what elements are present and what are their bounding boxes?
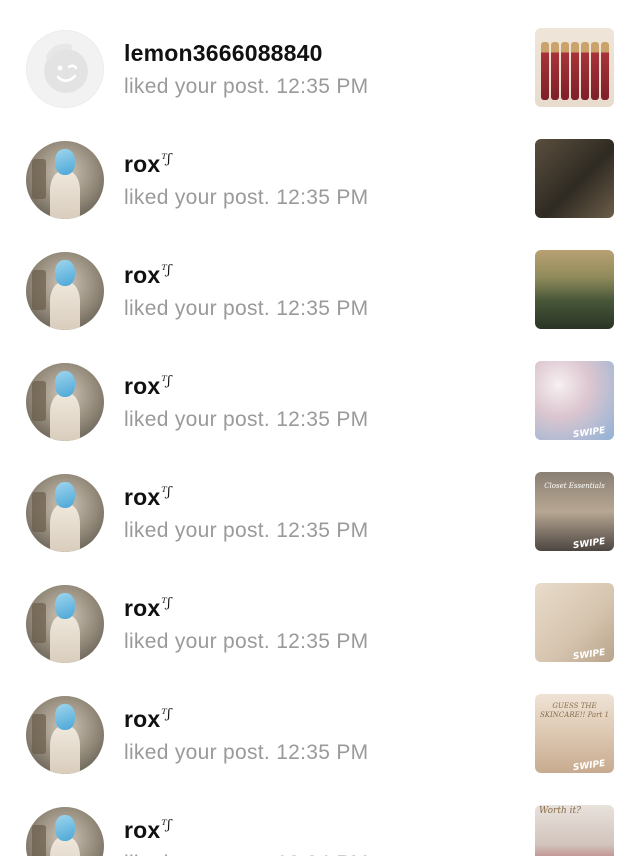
username-text: rox (124, 484, 161, 510)
timestamp: 12:35 PM (276, 741, 369, 764)
username-suffix: ᵀʃ (161, 263, 171, 278)
action-text: liked your post. (124, 630, 271, 653)
lipstick-graphic (581, 42, 589, 100)
notification-row[interactable]: roxᵀʃ liked your post. 12:35 PM (0, 111, 640, 222)
post-thumbnail[interactable] (535, 139, 614, 218)
swipe-label: SWIPE (572, 536, 607, 551)
swipe-label: SWIPE (572, 758, 607, 773)
username-suffix: ᵀʃ (161, 485, 171, 500)
username-text: rox (124, 595, 161, 621)
lipstick-graphic (571, 42, 579, 100)
username-link[interactable]: roxᵀʃ (124, 373, 171, 400)
username-suffix: ᵀʃ (161, 596, 171, 611)
avatar[interactable] (26, 252, 104, 330)
notification-text: liked your post. 12:35 PM (124, 186, 368, 210)
action-text: liked your post. (124, 741, 271, 764)
timestamp: 12:35 PM (276, 75, 369, 98)
avatar[interactable] (26, 696, 104, 774)
username-suffix: ᵀʃ (161, 374, 171, 389)
username-text: rox (124, 817, 161, 843)
avatar[interactable] (26, 363, 104, 441)
timestamp: 12:35 PM (276, 408, 369, 431)
notification-row[interactable]: lemon3666088840 liked your post. 12:35 PM (0, 0, 640, 111)
timestamp: 12:35 PM (276, 297, 369, 320)
action-text: liked your post. (124, 408, 271, 431)
action-text: liked your post. (124, 186, 271, 209)
notification-text: liked your post. 12:35 PM (124, 741, 368, 765)
post-thumbnail[interactable]: SWIPE (535, 361, 614, 440)
notification-text: liked your post. 12:35 PM (124, 75, 368, 99)
post-thumbnail[interactable]: GUESS THE SKINCARE!! Part 1 SWIPE (535, 694, 614, 773)
avatar[interactable] (26, 474, 104, 552)
avatar[interactable] (26, 807, 104, 856)
lipstick-graphic (551, 42, 559, 100)
post-thumbnail[interactable] (535, 28, 614, 107)
notification-row[interactable]: roxᵀʃ liked your post. 12:35 PM SWIPE (0, 555, 640, 666)
thumbnail-caption: Worth it? (539, 806, 581, 816)
action-text: liked your post. (124, 297, 271, 320)
username-suffix: ᵀʃ (161, 152, 171, 167)
default-avatar-icon[interactable] (26, 30, 104, 108)
notification-list: lemon3666088840 liked your post. 12:35 PM… (0, 0, 640, 856)
notification-row[interactable]: roxᵀʃ liked your post. 12:34 PM Worth it? (0, 777, 640, 856)
thumbnail-caption: GUESS THE SKINCARE!! Part 1 (540, 702, 609, 719)
username-link[interactable]: roxᵀʃ (124, 262, 171, 289)
timestamp: 12:35 PM (276, 630, 369, 653)
notification-text: liked your post. 12:34 PM (124, 852, 368, 856)
action-text: liked your post. (124, 75, 271, 98)
notification-text: liked your post. 12:35 PM (124, 297, 368, 321)
notification-row[interactable]: roxᵀʃ liked your post. 12:35 PM GUESS THE … (0, 666, 640, 777)
username-link[interactable]: roxᵀʃ (124, 151, 171, 178)
lipstick-graphic (601, 42, 609, 100)
post-thumbnail[interactable]: Closet Essentials SWIPE (535, 472, 614, 551)
notification-row[interactable]: roxᵀʃ liked your post. 12:35 PM Closet Ess… (0, 444, 640, 555)
swipe-label: SWIPE (572, 425, 607, 440)
username-suffix: ᵀʃ (161, 707, 171, 722)
notification-text: liked your post. 12:35 PM (124, 519, 368, 543)
username-link[interactable]: lemon3666088840 (124, 40, 324, 67)
username-text: rox (124, 262, 161, 288)
lipstick-graphic (561, 42, 569, 100)
username-link[interactable]: roxᵀʃ (124, 706, 171, 733)
username-text: rox (124, 373, 161, 399)
action-text: liked your post. (124, 519, 271, 542)
timestamp: 12:35 PM (276, 186, 369, 209)
username-link[interactable]: roxᵀʃ (124, 484, 171, 511)
avatar[interactable] (26, 585, 104, 663)
username-text: lemon3666088840 (124, 40, 323, 66)
timestamp: 12:35 PM (276, 519, 369, 542)
notification-row[interactable]: roxᵀʃ liked your post. 12:35 PM (0, 222, 640, 333)
post-thumbnail[interactable]: Worth it? (535, 805, 614, 856)
timestamp: 12:34 PM (276, 852, 368, 856)
notification-row[interactable]: roxᵀʃ liked your post. 12:35 PM SWIPE (0, 333, 640, 444)
notification-text: liked your post. 12:35 PM (124, 408, 368, 432)
post-thumbnail[interactable]: SWIPE (535, 583, 614, 662)
username-text: rox (124, 706, 161, 732)
swipe-label: SWIPE (572, 647, 607, 662)
action-text: liked your post. (124, 852, 270, 856)
username-link[interactable]: roxᵀʃ (124, 595, 171, 622)
username-suffix: ᵀʃ (161, 818, 171, 833)
notification-text: liked your post. 12:35 PM (124, 630, 368, 654)
lipstick-graphic (591, 42, 599, 100)
username-link[interactable]: roxᵀʃ (124, 817, 171, 844)
post-thumbnail[interactable] (535, 250, 614, 329)
username-text: rox (124, 151, 161, 177)
avatar[interactable] (26, 141, 104, 219)
lipstick-graphic (541, 42, 549, 100)
thumbnail-caption: Closet Essentials (544, 482, 605, 490)
